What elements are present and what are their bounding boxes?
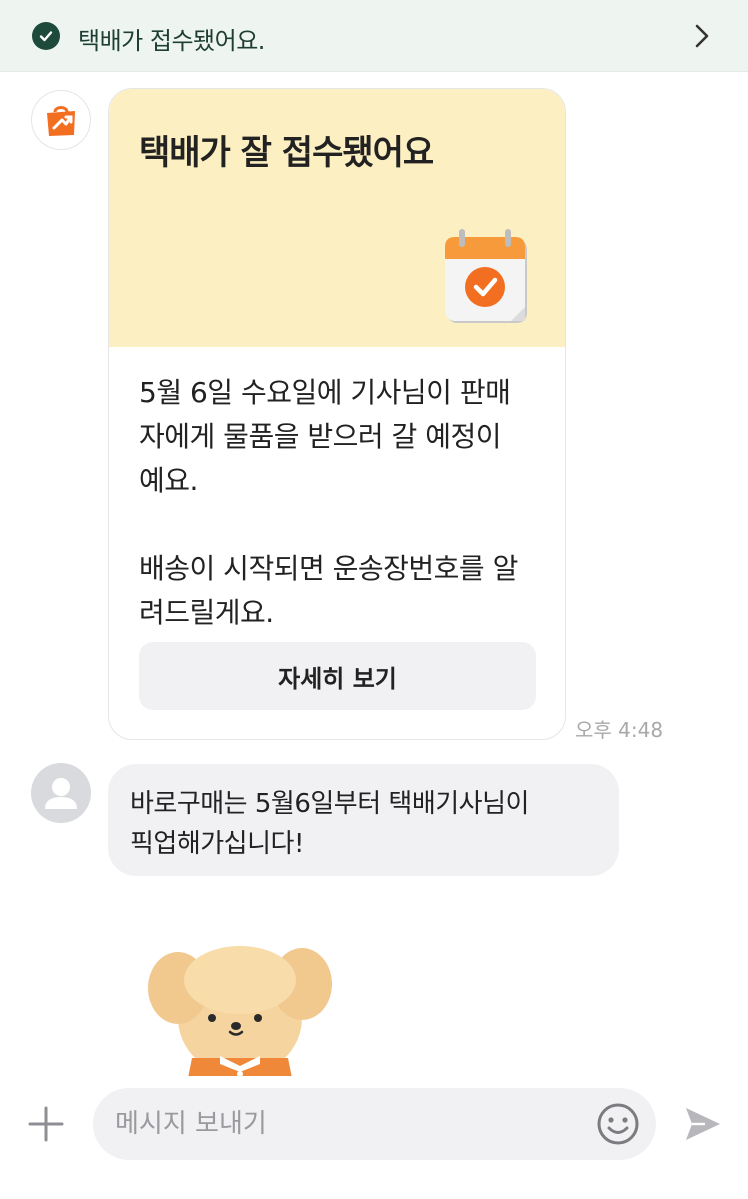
reply-message-bubble: 바로구매는 5월6일부터 택배기사님이 픽업해가십니다! (108, 764, 619, 876)
message-input[interactable] (115, 1102, 585, 1146)
card-header: 택배가 잘 접수됐어요 (109, 89, 565, 347)
shop-avatar[interactable] (31, 90, 91, 150)
puppy-sticker (148, 946, 332, 1078)
pickup-info-card: 택배가 잘 접수됐어요 5월 6일 수요일에 기사님이 판매 자에게 물품을 받… (108, 88, 566, 740)
status-banner[interactable]: 택배가 접수됐어요. (0, 0, 748, 72)
user-avatar-icon[interactable] (31, 763, 91, 823)
message-input-container[interactable] (93, 1088, 656, 1160)
shop-bag-icon (47, 106, 75, 136)
send-icon[interactable] (683, 1104, 723, 1144)
card-body: 5월 6일 수요일에 기사님이 판매 자에게 물품을 받으러 갈 예정이 예요.… (139, 371, 539, 679)
chevron-right-icon[interactable] (692, 22, 712, 50)
banner-text: 택배가 접수됐어요. (78, 27, 265, 55)
calendar-check-icon (445, 229, 527, 323)
plus-icon[interactable] (27, 1105, 65, 1143)
card-title: 택배가 잘 접수됐어요 (139, 133, 434, 173)
emoji-icon[interactable] (596, 1102, 640, 1146)
view-details-button[interactable]: 자세히 보기 (139, 642, 536, 710)
message-timestamp: 오후 4:48 (575, 718, 664, 742)
card-paragraph-2: 배송이 시작되면 운송장번호를 알 려드릴게요. (139, 552, 518, 629)
card-paragraph-1: 5월 6일 수요일에 기사님이 판매 자에게 물품을 받으러 갈 예정이 예요. (139, 376, 511, 497)
check-circle-icon (32, 22, 60, 50)
